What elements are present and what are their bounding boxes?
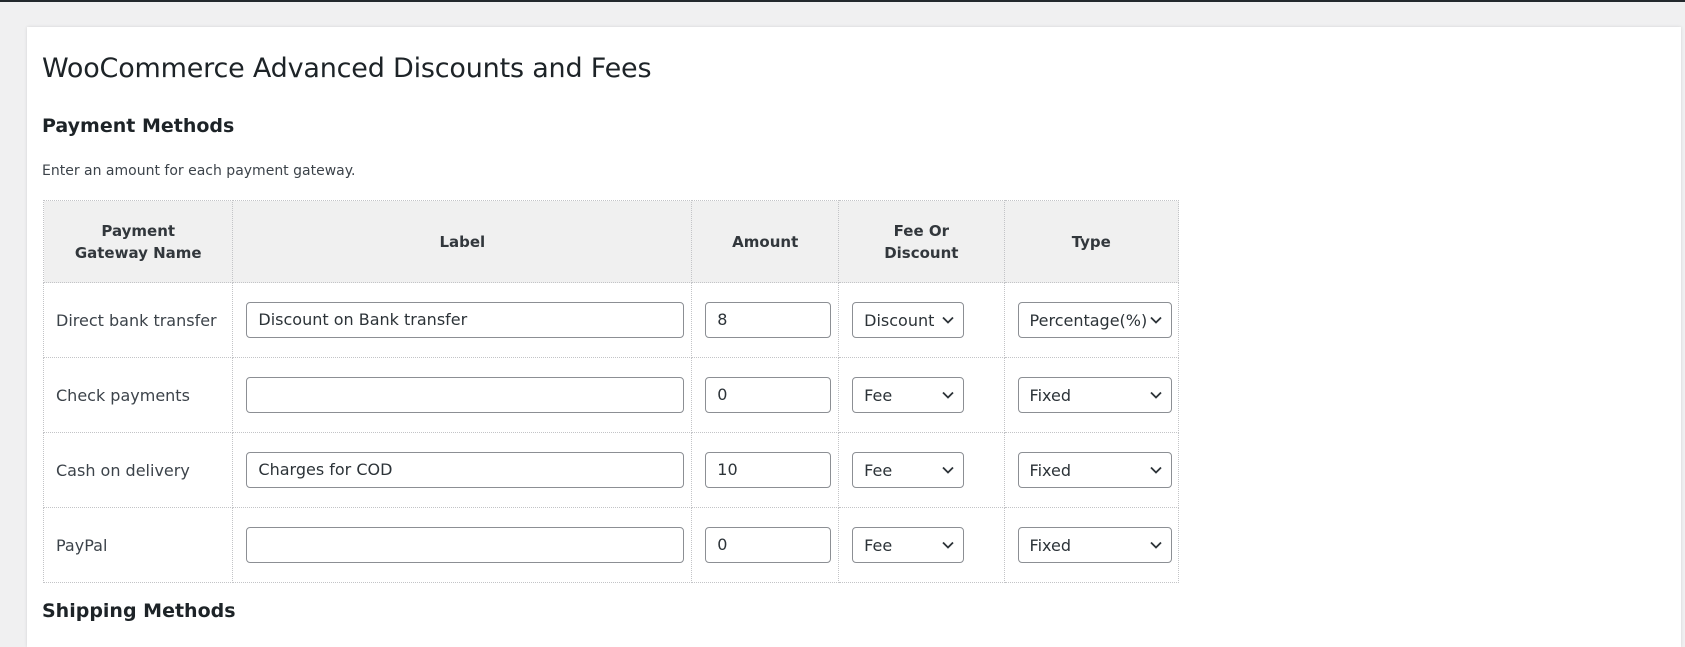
type-value: Fixed (1029, 460, 1072, 480)
gateway-name-text: Direct bank transfer (56, 310, 217, 330)
label-input[interactable] (246, 527, 685, 563)
fee-or-discount-select[interactable]: Fee (852, 377, 965, 413)
fee-or-discount-select[interactable]: Fee (852, 527, 965, 563)
type-select[interactable]: Fixed (1017, 377, 1172, 413)
column-header-label: Label (232, 200, 693, 283)
amount-input[interactable]: 8 (705, 302, 832, 338)
table-row: Check payments 0 Fee Fixed (42, 357, 1180, 433)
fee-or-discount-value: Discount (864, 310, 935, 330)
type-value: Fixed (1029, 385, 1072, 405)
payment-methods-table: Payment Gateway Name Label Amount Fee Or… (42, 200, 1180, 583)
payment-methods-heading: Payment Methods (42, 115, 235, 137)
chevron-down-icon (941, 390, 955, 400)
gateway-name: Direct bank transfer (42, 282, 234, 358)
chevron-down-icon (941, 540, 955, 550)
table-header-row: Payment Gateway Name Label Amount Fee Or… (42, 200, 1180, 283)
fee-or-discount-value: Fee (864, 460, 893, 480)
type-select[interactable]: Fixed (1017, 452, 1172, 488)
label-input[interactable] (246, 377, 685, 413)
payment-methods-description: Enter an amount for each payment gateway… (42, 163, 356, 179)
column-header-fee-or-discount: Fee Or Discount (838, 200, 1005, 283)
amount-input[interactable]: 10 (705, 452, 832, 488)
gateway-name-text: PayPal (56, 535, 108, 555)
type-select[interactable]: Fixed (1017, 527, 1172, 563)
chevron-down-icon (1149, 315, 1163, 325)
label-input[interactable]: Charges for COD (246, 452, 685, 488)
column-header-type: Type (1003, 200, 1180, 283)
table-row: Cash on delivery Charges for COD 10 Fee … (42, 432, 1180, 508)
amount-input[interactable]: 0 (705, 527, 832, 563)
fee-or-discount-select[interactable]: Fee (852, 452, 965, 488)
chevron-down-icon (941, 465, 955, 475)
table-row: PayPal 0 Fee Fixed (42, 507, 1180, 583)
label-input[interactable]: Discount on Bank transfer (246, 302, 685, 338)
gateway-name: PayPal (42, 507, 234, 583)
fee-or-discount-value: Fee (864, 535, 893, 555)
chevron-down-icon (1149, 465, 1163, 475)
gateway-name-text: Check payments (56, 385, 190, 405)
table-row: Direct bank transfer Discount on Bank tr… (42, 282, 1180, 358)
admin-top-bar (0, 0, 1685, 2)
shipping-methods-heading: Shipping Methods (42, 600, 236, 622)
page-title: WooCommerce Advanced Discounts and Fees (42, 53, 652, 84)
type-value: Fixed (1029, 535, 1072, 555)
chevron-down-icon (1149, 390, 1163, 400)
chevron-down-icon (941, 315, 955, 325)
fee-or-discount-select[interactable]: Discount (852, 302, 965, 338)
column-header-gateway-name: Payment Gateway Name (42, 200, 234, 283)
chevron-down-icon (1149, 540, 1163, 550)
type-select[interactable]: Percentage(%) (1017, 302, 1172, 338)
gateway-name: Cash on delivery (42, 432, 234, 508)
type-value: Percentage(%) (1029, 310, 1148, 330)
amount-input[interactable]: 0 (705, 377, 832, 413)
gateway-name: Check payments (42, 357, 234, 433)
fee-or-discount-value: Fee (864, 385, 893, 405)
gateway-name-text: Cash on delivery (56, 460, 190, 480)
column-header-amount: Amount (691, 200, 840, 283)
